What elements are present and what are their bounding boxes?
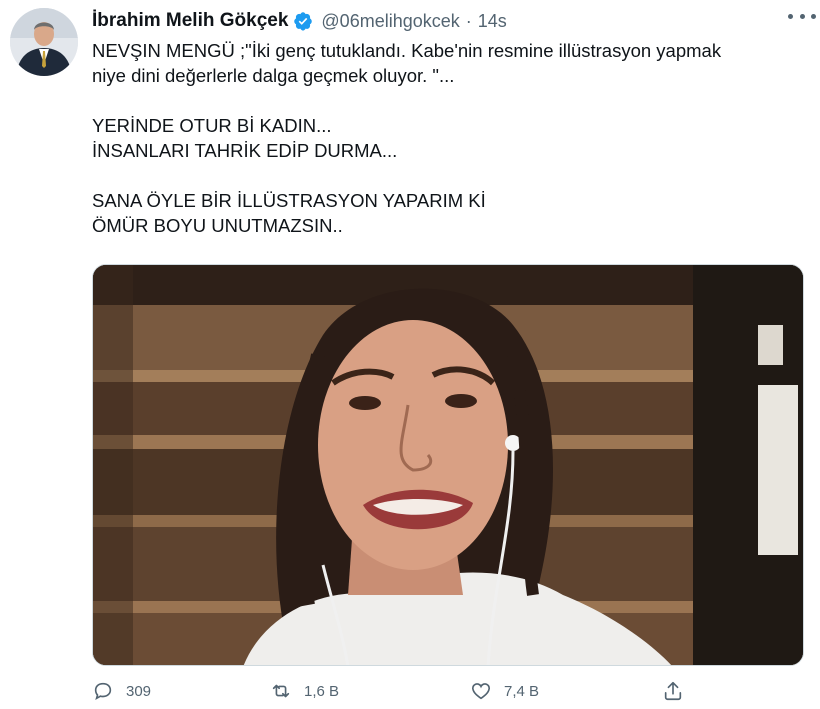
retweet-button[interactable]: 1,6 B xyxy=(270,676,339,706)
more-icon[interactable] xyxy=(788,8,816,24)
avatar[interactable] xyxy=(10,8,78,76)
separator: · xyxy=(465,10,472,31)
author-handle[interactable]: @06melihgokcek xyxy=(321,11,459,32)
tweet-header: İbrahim Melih Gökçek @06melihgokcek · 14… xyxy=(92,6,810,36)
tweet: İbrahim Melih Gökçek @06melihgokcek · 14… xyxy=(0,0,820,709)
tweet-line: ÖMÜR BOYU UNUTMAZSIN.. xyxy=(92,215,343,236)
author-name[interactable]: İbrahim Melih Gökçek xyxy=(92,10,288,32)
tweet-line: İNSANLARI TAHRİK EDİP DURMA... xyxy=(92,140,398,161)
timestamp[interactable]: 14s xyxy=(478,11,507,32)
like-button[interactable]: 7,4 B xyxy=(470,676,539,706)
tweet-line: YERİNDE OTUR Bİ KADIN... xyxy=(92,115,332,136)
like-count: 7,4 B xyxy=(504,682,540,700)
reply-button[interactable]: 309 xyxy=(92,676,151,706)
tweet-line: niye dini değerlerle dalga geçmek oluyor… xyxy=(92,65,455,86)
retweet-icon xyxy=(272,684,290,698)
tweet-line: SANA ÖYLE BİR İLLÜSTRASYON YAPARIM Kİ xyxy=(92,190,486,211)
tweet-text: NEVŞIN MENGÜ ;"İki genç tutuklandı. Kabe… xyxy=(92,38,807,238)
reply-count: 309 xyxy=(126,682,152,700)
tweet-actions: 309 1,6 B 7,4 B xyxy=(92,676,804,706)
share-icon xyxy=(664,681,682,701)
tweet-video[interactable] xyxy=(92,264,804,666)
retweet-count: 1,6 B xyxy=(304,682,340,700)
share-button[interactable] xyxy=(662,676,696,706)
verified-badge-icon xyxy=(294,12,313,31)
tweet-line: NEVŞIN MENGÜ ;"İki genç tutuklandı. Kabe… xyxy=(92,40,722,61)
reply-icon xyxy=(94,682,112,701)
heart-icon xyxy=(471,683,491,700)
